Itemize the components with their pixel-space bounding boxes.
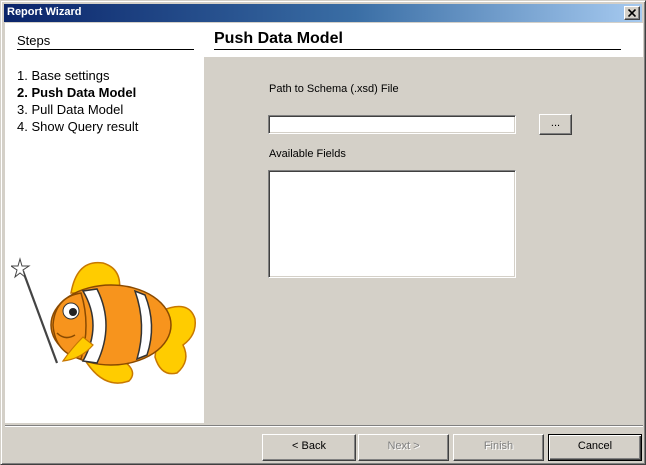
browse-button[interactable]: ... (539, 114, 572, 135)
back-button[interactable]: < Back (262, 434, 356, 461)
schema-path-input[interactable] (271, 117, 517, 131)
schema-path-label: Path to Schema (.xsd) File (269, 83, 399, 95)
steps-panel: Steps 1. Base settings 2. Push Data Mode… (5, 23, 204, 423)
available-fields-label: Available Fields (269, 148, 346, 160)
schema-path-field-frame (268, 115, 517, 134)
clownfish-with-magic-wand-icon (11, 257, 196, 384)
close-button[interactable] (624, 6, 640, 20)
window-title: Report Wizard (7, 6, 82, 18)
close-icon (628, 9, 636, 17)
browse-button-label: ... (550, 117, 561, 129)
steps-divider (17, 49, 194, 50)
page-header: Push Data Model (204, 23, 643, 57)
steps-header: Steps (17, 33, 51, 48)
finish-button-label: Finish (483, 440, 514, 452)
available-fields-list[interactable] (268, 170, 516, 278)
report-wizard-dialog: Report Wizard Steps 1. Base settings 2. … (0, 0, 646, 465)
cancel-button-label: Cancel (577, 440, 613, 452)
step-item-base-settings: 1. Base settings (17, 68, 110, 83)
finish-button[interactable]: Finish (453, 434, 544, 461)
step-item-show-query-result: 4. Show Query result (17, 119, 139, 134)
page-title: Push Data Model (214, 30, 343, 47)
step-item-pull-data-model: 3. Pull Data Model (17, 102, 124, 117)
title-bar[interactable]: Report Wizard (4, 4, 642, 22)
back-button-label: < Back (292, 440, 326, 452)
next-button[interactable]: Next > (358, 434, 449, 461)
footer-separator (5, 425, 643, 427)
step-item-push-data-model: 2. Push Data Model (17, 85, 137, 100)
page-title-divider (214, 49, 621, 50)
next-button-label: Next > (387, 440, 420, 452)
cancel-button[interactable]: Cancel (548, 434, 642, 461)
steps-list: 1. Base settings 2. Push Data Model 3. P… (17, 67, 138, 135)
